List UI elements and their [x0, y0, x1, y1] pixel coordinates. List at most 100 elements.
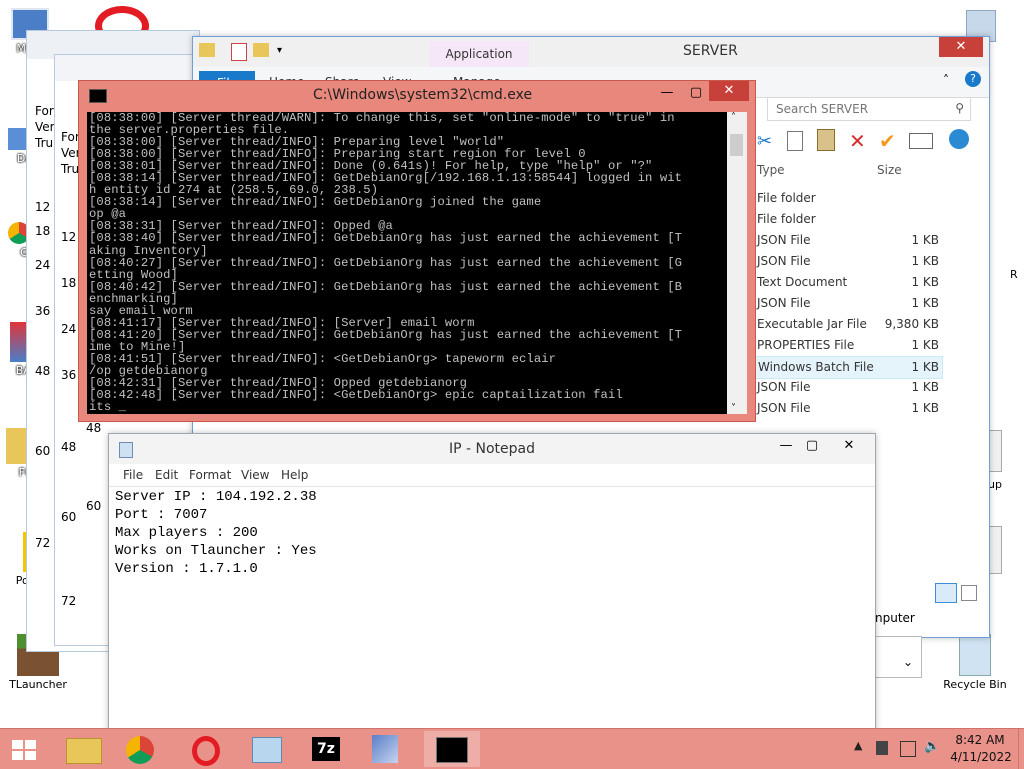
number: 18: [61, 276, 77, 290]
new-folder-icon[interactable]: [253, 43, 269, 57]
file-row[interactable]: Text Document 1 KB: [753, 272, 985, 293]
close-button[interactable]: ✕: [709, 81, 749, 101]
file-row[interactable]: JSON File 1 KB: [753, 230, 985, 251]
tray-chevron-icon[interactable]: ▲: [854, 739, 862, 752]
clock-date[interactable]: 4/11/2022: [948, 750, 1014, 764]
maximize-button[interactable]: ▢: [683, 83, 709, 103]
number: 72: [61, 594, 77, 608]
file-row[interactable]: PROPERTIES File 1 KB: [753, 335, 985, 356]
number: 60: [86, 499, 102, 513]
desktop-icon-fragment: [988, 526, 1002, 574]
notepad-menubar: File Edit Format View Help: [109, 464, 875, 487]
console-output[interactable]: [08:38:00] [Server thread/WARN]: To chan…: [87, 112, 727, 414]
tray-flag-icon[interactable]: [876, 741, 888, 755]
paste-icon[interactable]: [817, 129, 835, 151]
details-view-button[interactable]: [935, 583, 957, 603]
folder-icon: [6, 428, 28, 464]
taskbar-7zip[interactable]: 7z: [300, 731, 356, 767]
tray-volume-icon[interactable]: 🔈: [924, 739, 940, 754]
number: 18: [35, 224, 51, 238]
desktop-icon-label: up: [988, 478, 1002, 491]
chevron-down-icon[interactable]: ⌄: [903, 655, 913, 669]
minimize-button[interactable]: —: [773, 436, 799, 456]
scroll-down-arrow[interactable]: ˅: [731, 403, 736, 414]
cmd-window[interactable]: C:\Windows\system32\cmd.exe — ▢ ✕ [08:38…: [78, 80, 756, 422]
notepad-text-area[interactable]: Server IP : 104.192.2.38 Port : 7007 Max…: [115, 488, 865, 734]
menu-edit[interactable]: Edit: [155, 468, 178, 482]
app-tools-label[interactable]: Application Tools: [429, 41, 529, 87]
snippet: Ver: [35, 120, 55, 134]
menu-help[interactable]: Help: [281, 468, 308, 482]
app-icon: [372, 735, 398, 763]
file-type: JSON File: [757, 296, 811, 310]
menu-view[interactable]: View: [241, 468, 269, 482]
large-icons-view-button[interactable]: [961, 585, 977, 601]
taskbar-app[interactable]: [358, 731, 414, 767]
number: 36: [35, 304, 51, 318]
search-box[interactable]: ⚲: [767, 97, 971, 121]
column-size-header[interactable]: Size: [877, 163, 902, 177]
scroll-thumb[interactable]: [730, 134, 743, 156]
file-row[interactable]: JSON File 1 KB: [753, 293, 985, 314]
clock-time[interactable]: 8:42 AM: [954, 733, 1006, 747]
number: 48: [35, 364, 51, 378]
taskbar-opera[interactable]: [178, 731, 234, 767]
close-button[interactable]: ✕: [939, 37, 983, 57]
chrome-icon: [126, 736, 154, 764]
cut-icon[interactable]: ✂: [757, 131, 772, 152]
recycle-bin-icon: [959, 634, 991, 676]
checkmark-icon[interactable]: ✔: [879, 129, 896, 153]
rename-icon[interactable]: [909, 133, 933, 149]
help-icon[interactable]: ?: [965, 71, 981, 87]
show-desktop-button[interactable]: [1018, 729, 1024, 769]
maximize-button[interactable]: ▢: [799, 436, 825, 456]
notepad-window[interactable]: IP - Notepad — ▢ ✕ File Edit Format View…: [108, 433, 876, 735]
file-row[interactable]: File folder: [753, 188, 985, 209]
file-type: Text Document: [757, 275, 848, 289]
globe-icon[interactable]: [949, 129, 969, 149]
number: 60: [35, 444, 51, 458]
column-type-header[interactable]: Type: [757, 163, 785, 177]
taskbar-file-explorer[interactable]: [56, 731, 112, 767]
desktop-icon-recycle-bin[interactable]: Recycle Bin: [942, 634, 1008, 691]
delete-icon[interactable]: ✕: [849, 129, 866, 153]
start-button[interactable]: [0, 731, 56, 767]
back-window-2-titlebar: [55, 55, 199, 81]
scroll-up-arrow[interactable]: ˄: [731, 112, 736, 123]
taskbar-cmd[interactable]: [424, 731, 480, 767]
search-icon[interactable]: ⚲: [955, 101, 964, 115]
number: 48: [61, 440, 77, 454]
file-row[interactable]: JSON File 1 KB: [753, 377, 985, 398]
taskbar-notepad[interactable]: [240, 731, 296, 767]
file-row[interactable]: JSON File 1 KB: [753, 251, 985, 272]
back-window-1-numbers: 12 18 24 36 48 60 72: [35, 201, 50, 549]
console-scrollbar[interactable]: ˄ ˅: [727, 112, 747, 414]
status-computer-label: nputer: [875, 611, 915, 625]
desktop-icon-label: Recycle Bin: [943, 678, 1007, 691]
close-button[interactable]: ✕: [827, 436, 871, 456]
minimize-button[interactable]: —: [653, 83, 681, 103]
file-size: 1 KB: [911, 296, 939, 310]
menu-format[interactable]: Format: [189, 468, 231, 482]
taskbar-chrome[interactable]: [114, 731, 170, 767]
desktop-icon-label: TLauncher: [9, 678, 67, 691]
file-row[interactable]: Executable Jar File 9,380 KB: [753, 314, 985, 335]
file-row-selected[interactable]: Windows Batch File 1 KB: [753, 356, 943, 379]
text-line: Version : 1.7.1.0: [115, 561, 258, 577]
tray-network-icon[interactable]: [900, 741, 916, 757]
properties-icon[interactable]: [231, 43, 247, 61]
chevron-down-icon[interactable]: ▾: [277, 45, 282, 56]
chevron-up-icon[interactable]: ˄: [943, 73, 949, 87]
7zip-icon: 7z: [312, 737, 340, 761]
file-row[interactable]: File folder: [753, 209, 985, 230]
number: 12: [61, 230, 77, 244]
number: 36: [61, 368, 77, 382]
file-row[interactable]: JSON File 1 KB: [753, 398, 985, 419]
text-line: Max players : 200: [115, 525, 258, 541]
notepad-titlebar: IP - Notepad — ▢ ✕: [109, 434, 875, 464]
text-line: Port : 7007: [115, 507, 208, 523]
search-input[interactable]: [768, 98, 948, 120]
cmd-icon: [436, 737, 468, 763]
copy-icon[interactable]: [787, 131, 803, 151]
menu-file[interactable]: File: [123, 468, 143, 482]
